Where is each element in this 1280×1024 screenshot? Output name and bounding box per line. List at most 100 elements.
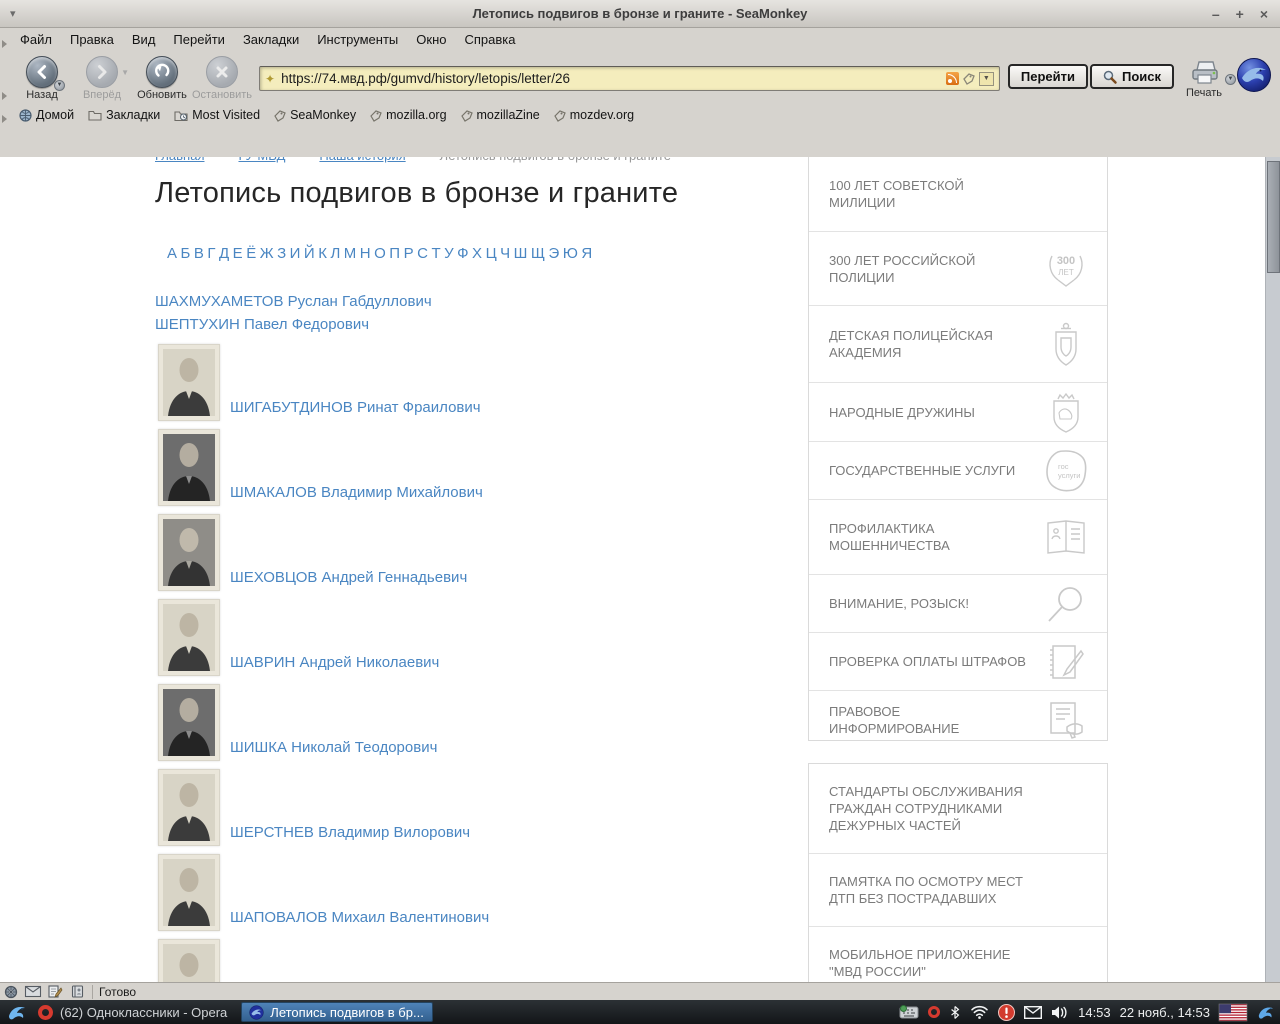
bookmark-most-visited[interactable]: Most Visited — [168, 104, 266, 127]
menu-view[interactable]: Вид — [123, 28, 165, 52]
minimize-button[interactable]: – — [1212, 6, 1220, 22]
person-photo[interactable] — [158, 514, 220, 591]
url-bar[interactable]: ✦ https://74.мвд.рф/gumvd/history/letopi… — [259, 66, 1000, 91]
bookmark-mozillazine[interactable]: mozillaZine — [455, 104, 546, 127]
banner-proverka-shtrafov[interactable]: ПРОВЕРКА ОПЛАТЫ ШТРАФОВ — [809, 632, 1107, 690]
toolbar-grippy[interactable] — [0, 28, 11, 52]
breadcrumb-home[interactable]: Главная — [155, 157, 204, 163]
banner-300-let-politsii[interactable]: 300 ЛЕТ РОССИЙСКОЙ ПОЛИЦИИ 300 ЛЕТ — [809, 231, 1107, 305]
seamonkey-logo-icon[interactable] — [1236, 57, 1272, 93]
wifi-icon[interactable] — [970, 1005, 989, 1019]
person-link[interactable]: ШМАКАЛОВ Владимир Михайлович — [230, 481, 483, 504]
tray-clock[interactable]: 14:53 — [1078, 1005, 1111, 1020]
alphabet-letter[interactable]: Ц — [486, 245, 497, 262]
alphabet-letter[interactable]: Я — [581, 245, 592, 262]
alphabet-letter[interactable]: В — [194, 245, 204, 262]
addressbook-icon[interactable] — [66, 984, 88, 1000]
menu-tools[interactable]: Инструменты — [308, 28, 407, 52]
url-text[interactable]: https://74.мвд.рф/gumvd/history/letopis/… — [281, 71, 940, 86]
tray-date[interactable]: 22 нояб., 14:53 — [1120, 1005, 1210, 1020]
menu-window[interactable]: Окно — [407, 28, 455, 52]
alphabet-letter[interactable]: Ш — [514, 245, 528, 262]
banner-detskaya-akademiya[interactable]: ДЕТСКАЯ ПОЛИЦЕЙСКАЯ АКАДЕМИЯ — [809, 305, 1107, 382]
person-link[interactable]: ШЕХОВЦОВ Андрей Геннадьевич — [230, 566, 467, 589]
banner-gosuslugi[interactable]: ГОСУДАРСТВЕННЫЕ УСЛУГИ гос услуги — [809, 441, 1107, 499]
alphabet-letter[interactable]: Щ — [531, 245, 545, 262]
alphabet-letter[interactable]: Ж — [260, 245, 274, 262]
person-link[interactable]: ШАПОВАЛОВ Михаил Валентинович — [230, 906, 489, 929]
banner-standarty-obsluzhivaniya[interactable]: СТАНДАРТЫ ОБСЛУЖИВАНИЯ ГРАЖДАН СОТРУДНИК… — [809, 764, 1107, 853]
person-link[interactable]: ШИШКА Николай Теодорович — [230, 736, 437, 759]
print-dropdown[interactable]: ▼ — [1225, 74, 1236, 85]
bookmark-tag-icon[interactable] — [963, 73, 975, 85]
alphabet-letter[interactable]: У — [444, 245, 454, 262]
menu-go[interactable]: Перейти — [164, 28, 234, 52]
alphabet-letter[interactable]: Д — [219, 245, 229, 262]
window-list-bird-icon[interactable] — [6, 1002, 28, 1022]
bookmark-seamonkey[interactable]: SeaMonkey — [268, 104, 362, 127]
alphabet-letter[interactable]: П — [389, 245, 400, 262]
person-photo[interactable] — [158, 769, 220, 846]
alphabet-letter[interactable]: Ю — [563, 245, 578, 262]
mail-tray-icon[interactable] — [1024, 1006, 1042, 1019]
go-button[interactable]: Перейти — [1008, 64, 1088, 89]
menu-bookmarks[interactable]: Закладки — [234, 28, 308, 52]
alphabet-letter[interactable]: Э — [548, 245, 559, 262]
composer-icon[interactable] — [44, 984, 66, 1000]
vertical-scrollbar[interactable] — [1265, 157, 1280, 982]
rss-icon[interactable] — [946, 72, 959, 85]
alphabet-letter[interactable]: Т — [431, 245, 440, 262]
banner-mobilnoe-prilozhenie[interactable]: МОБИЛЬНОЕ ПРИЛОЖЕНИЕ "МВД РОССИИ" — [809, 926, 1107, 982]
alphabet-letter[interactable]: Ё — [246, 245, 256, 262]
person-photo[interactable] — [158, 344, 220, 421]
alphabet-letter[interactable]: Л — [330, 245, 340, 262]
person-link[interactable]: ШЕПТУХИН Павел Федорович — [155, 313, 805, 336]
menu-file[interactable]: Файл — [11, 28, 61, 52]
alphabet-letter[interactable]: К — [318, 245, 327, 262]
opera-icon[interactable] — [928, 1006, 940, 1018]
keyboard-layout-icon[interactable] — [899, 1005, 919, 1019]
alphabet-letter[interactable]: Б — [181, 245, 191, 262]
scrollbar-thumb[interactable] — [1267, 161, 1280, 273]
banner-pamyatka-dtp[interactable]: ПАМЯТКА ПО ОСМОТРУ МЕСТ ДТП БЕЗ ПОСТРАДА… — [809, 853, 1107, 926]
alphabet-letter[interactable]: З — [277, 245, 286, 262]
bookmark-bookmarks[interactable]: Закладки — [82, 104, 166, 127]
maximize-button[interactable]: + — [1236, 6, 1244, 22]
menu-edit[interactable]: Правка — [61, 28, 123, 52]
window-menu-icon[interactable]: ▾ — [10, 7, 16, 20]
search-button[interactable]: Поиск — [1090, 64, 1174, 89]
alphabet-letter[interactable]: Р — [404, 245, 414, 262]
us-flag-icon[interactable] — [1219, 1004, 1247, 1021]
banner-narodnye-druzhiny[interactable]: НАРОДНЫЕ ДРУЖИНЫ — [809, 382, 1107, 441]
bookmark-mozdev[interactable]: mozdev.org — [548, 104, 640, 127]
bluetooth-icon[interactable] — [949, 1005, 961, 1020]
person-link[interactable]: ШЕРСТНЕВ Владимир Вилорович — [230, 821, 470, 844]
alphabet-letter[interactable]: Х — [472, 245, 482, 262]
navigator-icon[interactable] — [0, 984, 22, 1000]
mail-icon[interactable] — [22, 984, 44, 1000]
person-photo[interactable] — [158, 854, 220, 931]
bookmark-home[interactable]: Домой — [13, 104, 80, 127]
alphabet-letter[interactable]: Й — [304, 245, 315, 262]
alphabet-letter[interactable]: Е — [233, 245, 243, 262]
url-dropdown-icon[interactable]: ▼ — [979, 72, 994, 86]
bookmark-mozilla-org[interactable]: mozilla.org — [364, 104, 452, 127]
alphabet-letter[interactable]: С — [417, 245, 428, 262]
banner-pravovoe-informirovanie[interactable]: ПРАВОВОЕ ИНФОРМИРОВАНИЕ — [809, 690, 1107, 741]
alphabet-letter[interactable]: М — [344, 245, 357, 262]
alphabet-letter[interactable]: Г — [207, 245, 215, 262]
taskbar-opera-task[interactable]: (62) Одноклассники - Opera — [38, 1005, 227, 1020]
banner-profilaktika-moshennichestva[interactable]: ПРОФИЛАКТИКА МОШЕННИЧЕСТВА — [809, 499, 1107, 574]
person-link[interactable]: ШИГАБУТДИНОВ Ринат Фраилович — [230, 396, 481, 419]
alphabet-letter[interactable]: И — [290, 245, 301, 262]
back-button[interactable]: ▼ Назад — [13, 56, 71, 101]
toolbar-grippy[interactable] — [0, 104, 11, 127]
toolbar-grippy[interactable] — [0, 52, 11, 104]
alphabet-letter[interactable]: О — [374, 245, 386, 262]
breadcrumb-gumvd[interactable]: ГУ МВД — [238, 157, 285, 163]
banner-vnimanie-rozysk[interactable]: ВНИМАНИЕ, РОЗЫСК! — [809, 574, 1107, 632]
reload-button[interactable]: Обновить — [133, 56, 191, 101]
menu-help[interactable]: Справка — [455, 28, 524, 52]
taskbar-active-task[interactable]: Летопись подвигов в бр... — [241, 1002, 433, 1022]
volume-icon[interactable] — [1051, 1005, 1069, 1020]
